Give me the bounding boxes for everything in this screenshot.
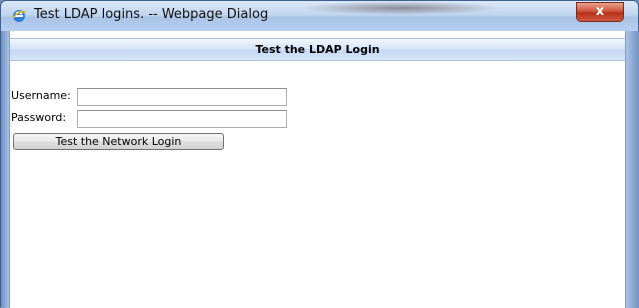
username-label: Username: — [11, 89, 71, 102]
dialog-window: Test LDAP logins. -- Webpage Dialog x Te… — [0, 0, 639, 308]
title-bar-glow — [301, 1, 501, 15]
username-field[interactable] — [77, 88, 287, 106]
page-header: Test the LDAP Login — [10, 38, 625, 61]
ie-icon — [11, 8, 27, 24]
right-window-frame — [626, 31, 639, 308]
dialog-content: Test the LDAP Login Username: Password: … — [9, 31, 626, 308]
title-bar[interactable]: Test LDAP logins. -- Webpage Dialog x — [1, 1, 638, 31]
window-title: Test LDAP logins. -- Webpage Dialog — [34, 7, 269, 22]
close-icon: x — [595, 4, 605, 19]
close-button[interactable]: x — [576, 2, 624, 22]
password-label: Password: — [11, 111, 67, 124]
left-window-frame — [1, 31, 9, 308]
test-network-login-button[interactable]: Test the Network Login — [13, 133, 224, 150]
password-field[interactable] — [77, 110, 287, 128]
page-title: Test the LDAP Login — [255, 43, 380, 56]
